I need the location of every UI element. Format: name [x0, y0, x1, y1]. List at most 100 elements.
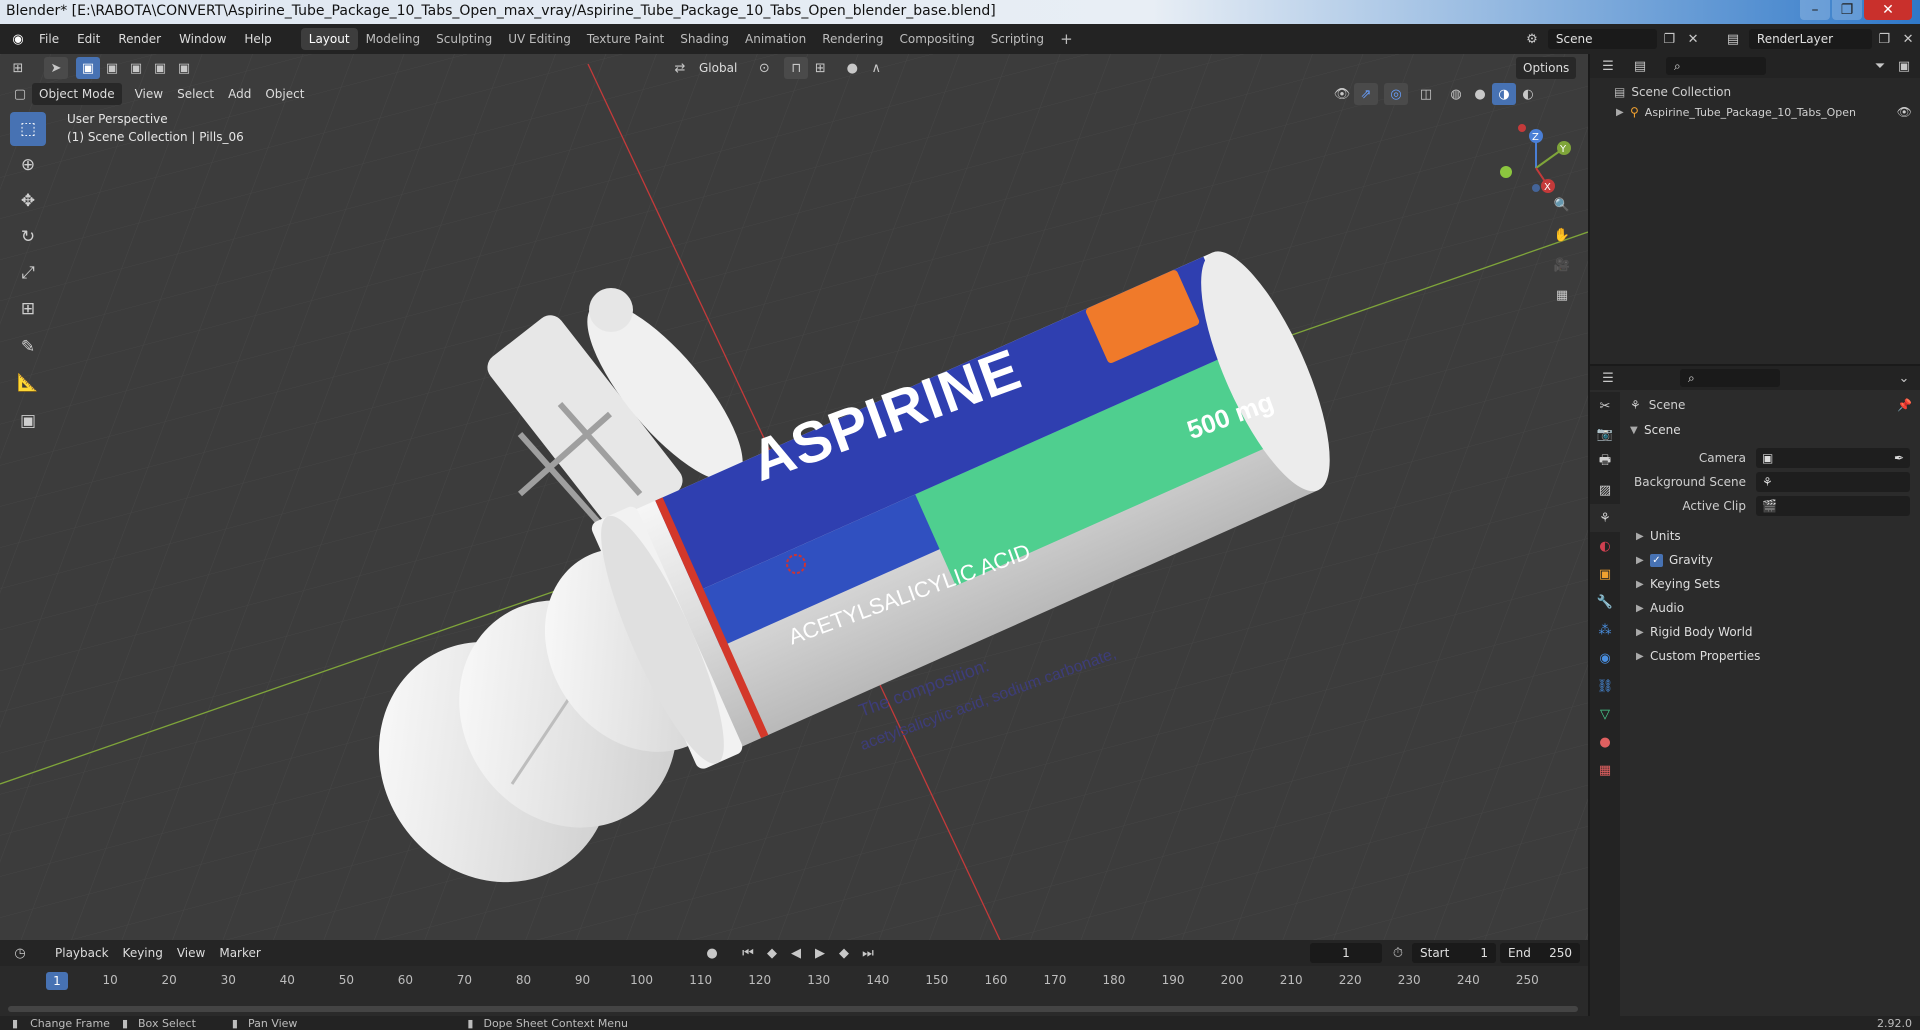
- start-frame-field[interactable]: Start 1: [1412, 943, 1496, 963]
- section-units[interactable]: ▶ Units: [1624, 524, 1918, 548]
- restore-button[interactable]: ❐: [1832, 0, 1862, 20]
- timeline-menu-playback[interactable]: Playback: [48, 942, 116, 964]
- cursor-tool-icon[interactable]: ⊕: [10, 148, 46, 182]
- properties-editor-type-icon[interactable]: ☰: [1596, 367, 1620, 389]
- new-collection-icon[interactable]: ▣: [1892, 55, 1916, 77]
- tab-scripting[interactable]: Scripting: [983, 28, 1052, 50]
- gravity-checkbox[interactable]: ✓: [1650, 553, 1663, 567]
- texture-tab-icon[interactable]: ▦: [1590, 756, 1620, 784]
- minimize-button[interactable]: –: [1800, 0, 1830, 20]
- select-tool-icon[interactable]: ➤: [44, 57, 68, 79]
- proportional-edit-icon[interactable]: ●: [840, 57, 864, 79]
- transform-tool-icon[interactable]: ⊞: [10, 292, 46, 326]
- jump-start-icon[interactable]: ⏮: [736, 942, 760, 964]
- outliner-search-input[interactable]: ⌕: [1666, 57, 1766, 75]
- tab-layout[interactable]: Layout: [300, 28, 358, 50]
- transform-orientation-dropdown[interactable]: Global: [692, 57, 744, 79]
- physics-tab-icon[interactable]: ◉: [1590, 644, 1620, 672]
- camera-field[interactable]: ▣ ✒: [1756, 448, 1910, 468]
- select-box-tool-icon[interactable]: ⬚: [10, 112, 46, 146]
- select-intersect-icon[interactable]: ▣: [172, 57, 196, 79]
- material-tab-icon[interactable]: ●: [1590, 728, 1620, 756]
- gizmo-toggle-icon[interactable]: ⇗: [1354, 83, 1378, 105]
- timeline-scrollbar[interactable]: [8, 1006, 1578, 1012]
- render-tab-icon[interactable]: 📷: [1590, 420, 1620, 448]
- tab-compositing[interactable]: Compositing: [891, 28, 982, 50]
- prev-keyframe-icon[interactable]: ◆: [760, 942, 784, 964]
- transform-orientation-icon[interactable]: ⇄: [668, 57, 692, 79]
- wireframe-shading-icon[interactable]: ◍: [1444, 83, 1468, 105]
- view-layer-tab-icon[interactable]: ▨: [1590, 476, 1620, 504]
- properties-panel[interactable]: ☰ ⌕ ⌄ ✂ 📷 🖶 ▨ ⚘ ◐ ▣ 🔧 ⁂ ◉ ⛓ ▽ ● ▦ ⚘ Scen…: [1588, 364, 1920, 1018]
- section-gravity[interactable]: ▶ ✓ Gravity: [1624, 548, 1918, 572]
- timeline-editor[interactable]: ◷ Playback Keying View Marker ● ⏮ ◆ ◀ ▶ …: [0, 940, 1588, 1016]
- timeline-menu-keying[interactable]: Keying: [116, 942, 170, 964]
- pan-hand-icon[interactable]: ✋: [1550, 224, 1574, 246]
- delete-scene-icon[interactable]: ✕: [1681, 28, 1705, 50]
- annotate-tool-icon[interactable]: ✎: [10, 330, 46, 364]
- world-tab-icon[interactable]: ◐: [1590, 532, 1620, 560]
- scale-tool-icon[interactable]: ⤢: [10, 256, 46, 290]
- select-extend-icon[interactable]: ▣: [100, 57, 124, 79]
- ortho-grid-icon[interactable]: ▦: [1550, 284, 1574, 306]
- background-scene-field[interactable]: ⚘: [1756, 472, 1910, 492]
- data-tab-icon[interactable]: ▽: [1590, 700, 1620, 728]
- add-workspace-button[interactable]: +: [1052, 28, 1081, 50]
- active-clip-field[interactable]: 🎬: [1756, 496, 1910, 516]
- properties-search-input[interactable]: ⌕: [1680, 369, 1780, 387]
- viewport-menu-select[interactable]: Select: [170, 83, 221, 105]
- scene-icon[interactable]: ⚙: [1520, 28, 1544, 50]
- tab-texture-paint[interactable]: Texture Paint: [579, 28, 672, 50]
- tab-sculpting[interactable]: Sculpting: [428, 28, 500, 50]
- outliner-item[interactable]: ▶ ⚲ Aspirine_Tube_Package_10_Tabs_Open 👁: [1590, 102, 1920, 122]
- pivot-point-icon[interactable]: ⊙: [752, 57, 776, 79]
- eye-icon[interactable]: 👁: [1897, 105, 1912, 119]
- render-layer-selector[interactable]: RenderLayer: [1748, 29, 1873, 49]
- filter-icon[interactable]: ⏷: [1868, 55, 1892, 77]
- object-tab-icon[interactable]: ▣: [1590, 560, 1620, 588]
- playhead[interactable]: 1: [46, 972, 68, 990]
- timeline-menu-marker[interactable]: Marker: [212, 942, 267, 964]
- constraints-tab-icon[interactable]: ⛓: [1590, 672, 1620, 700]
- next-keyframe-icon[interactable]: ◆: [832, 942, 856, 964]
- move-tool-icon[interactable]: ✥: [10, 184, 46, 218]
- new-layer-icon[interactable]: ❐: [1872, 28, 1896, 50]
- jump-end-icon[interactable]: ⏭: [856, 942, 880, 964]
- options-dropdown[interactable]: Options: [1516, 57, 1577, 79]
- viewport-menu-view[interactable]: View: [128, 83, 170, 105]
- select-invert-icon[interactable]: ▣: [148, 57, 172, 79]
- outliner-editor-type-icon[interactable]: ☰: [1596, 55, 1620, 77]
- editor-type-icon[interactable]: ⊞: [6, 57, 30, 79]
- camera-view-icon[interactable]: 🎥: [1550, 254, 1574, 276]
- modifier-tab-icon[interactable]: 🔧: [1590, 588, 1620, 616]
- viewport-menu-object[interactable]: Object: [258, 83, 311, 105]
- menu-render[interactable]: Render: [109, 28, 170, 50]
- outliner-panel[interactable]: ☰ ▤ ⌕ ⏷ ▣ ▤ Scene Collection ▶ ⚲ Aspirin…: [1588, 54, 1920, 364]
- zoom-icon[interactable]: 🔍: [1550, 194, 1574, 216]
- close-button[interactable]: ✕: [1864, 0, 1912, 20]
- record-icon[interactable]: ●: [700, 942, 724, 964]
- section-keying-sets[interactable]: ▶ Keying Sets: [1624, 572, 1918, 596]
- frame-ruler[interactable]: 1 10 20 30 40 50 60 70 80 90 100 110 120 130 140 150 16…: [0, 970, 1588, 992]
- falloff-icon[interactable]: ∧: [864, 57, 888, 79]
- measure-tool-icon[interactable]: 📐: [10, 366, 46, 400]
- timeline-menu-view[interactable]: View: [170, 942, 212, 964]
- tab-uv-editing[interactable]: UV Editing: [500, 28, 579, 50]
- snap-target-icon[interactable]: ⊞: [808, 57, 832, 79]
- eyedropper-icon[interactable]: ✒: [1894, 451, 1904, 465]
- visibility-icon[interactable]: 👁: [1330, 83, 1354, 105]
- output-tab-icon[interactable]: 🖶: [1590, 448, 1620, 476]
- material-shading-icon[interactable]: ◑: [1492, 83, 1516, 105]
- end-frame-field[interactable]: End 250: [1500, 943, 1580, 963]
- delete-layer-icon[interactable]: ✕: [1896, 28, 1920, 50]
- rotate-tool-icon[interactable]: ↻: [10, 220, 46, 254]
- section-rigid-body-world[interactable]: ▶ Rigid Body World: [1624, 620, 1918, 644]
- play-reverse-icon[interactable]: ◀: [784, 942, 808, 964]
- 3d-viewport[interactable]: ASPIRINE 500 mg ACETYLSALICYLIC ACID The…: [0, 54, 1588, 940]
- viewport-menu-add[interactable]: Add: [221, 83, 258, 105]
- tab-animation[interactable]: Animation: [737, 28, 814, 50]
- menu-file[interactable]: File: [30, 28, 68, 50]
- properties-options-icon[interactable]: ⌄: [1892, 367, 1916, 389]
- tab-modeling[interactable]: Modeling: [358, 28, 429, 50]
- menu-edit[interactable]: Edit: [68, 28, 109, 50]
